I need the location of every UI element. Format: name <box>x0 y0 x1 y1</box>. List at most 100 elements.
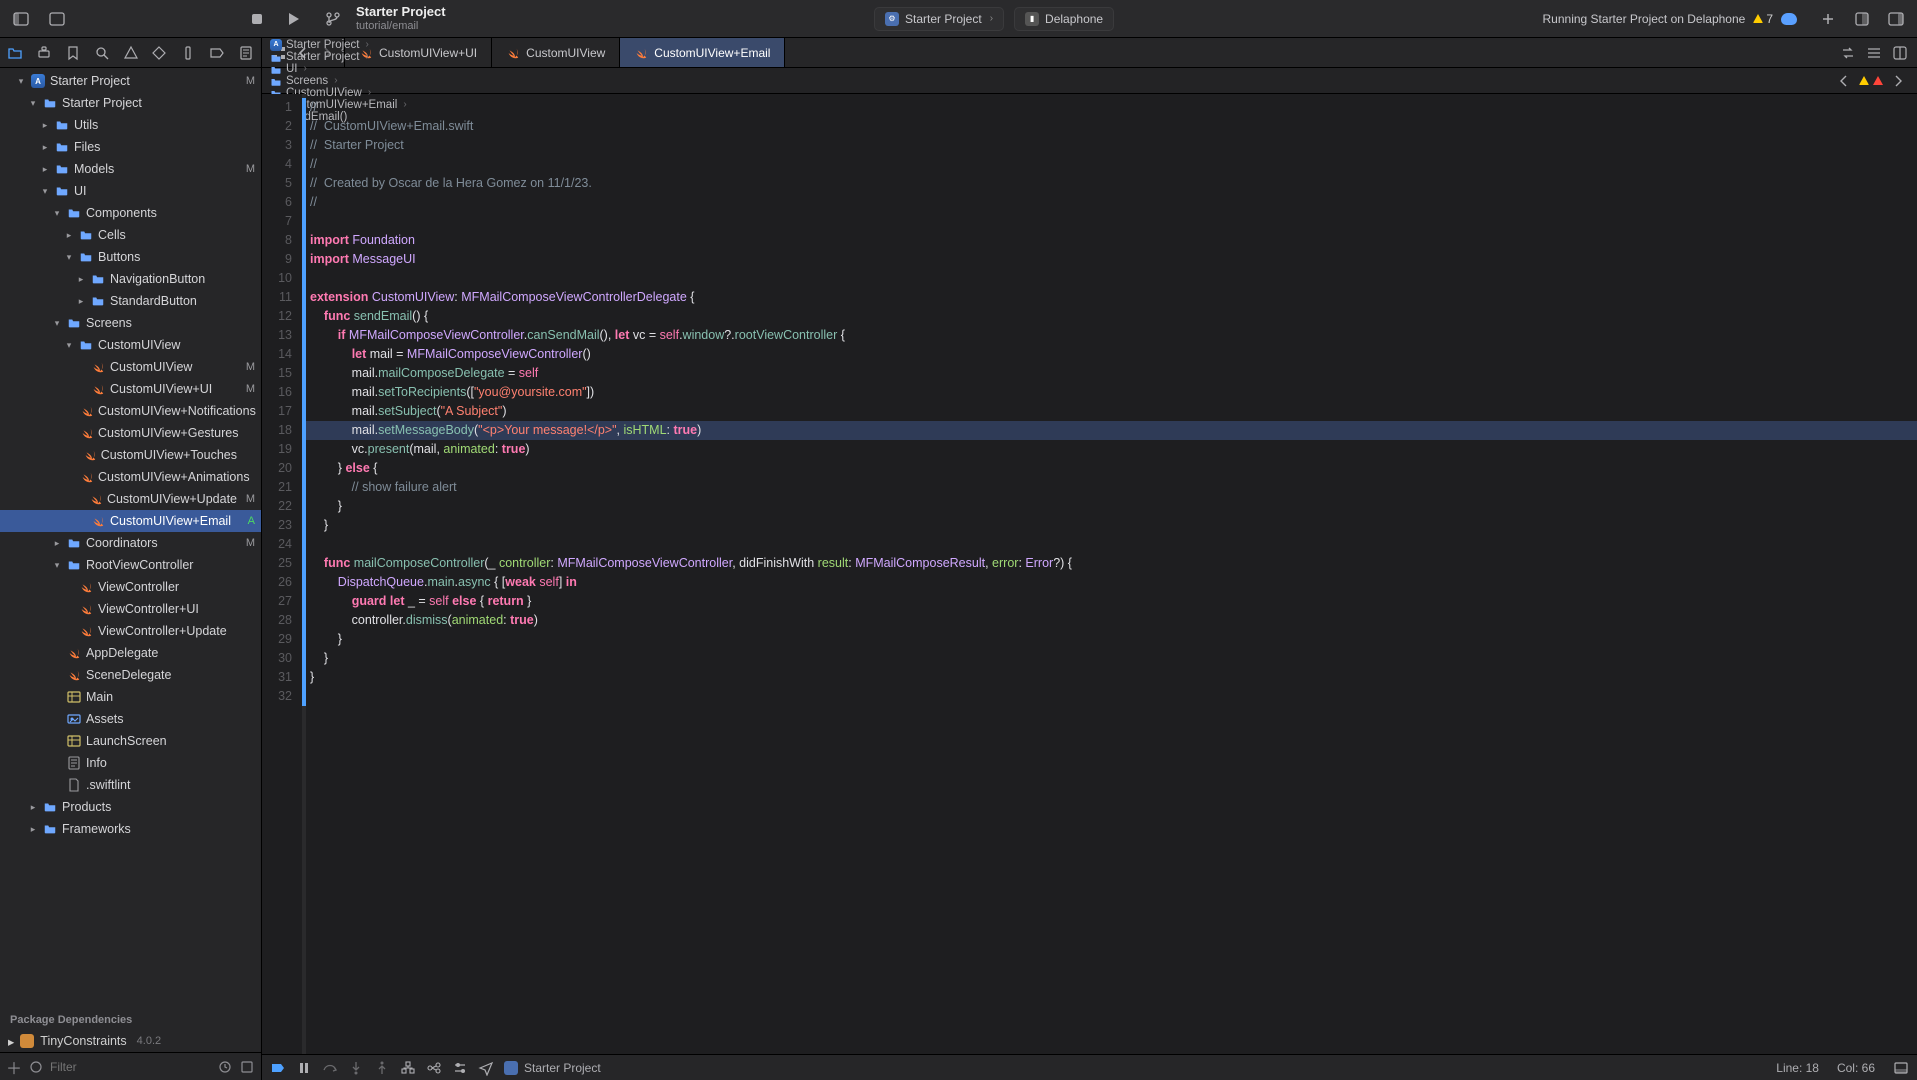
toggle-breakpoints-button[interactable] <box>270 1060 286 1076</box>
folder-coordinators[interactable]: ▸CoordinatorsM <box>0 532 261 554</box>
file-customuiview-animations[interactable]: CustomUIView+Animations <box>0 466 261 488</box>
jump-seg-2[interactable]: UI› <box>270 63 407 75</box>
jump-seg-3[interactable]: Screens› <box>270 75 407 87</box>
add-editor-button[interactable] <box>1817 8 1839 30</box>
folder-buttons[interactable]: ▾Buttons <box>0 246 261 268</box>
code-line[interactable]: } <box>310 668 1072 687</box>
file-launchscreen[interactable]: LaunchScreen <box>0 730 261 752</box>
code-line[interactable]: mail.setToRecipients(["you@yoursite.com"… <box>310 383 1072 402</box>
debug-navigator-tab[interactable] <box>179 42 198 64</box>
code-line[interactable] <box>310 212 1072 231</box>
package-tinyconstraints[interactable]: ▸TinyConstraints4.0.2 <box>0 1030 261 1052</box>
code-line[interactable]: mail.setSubject("A Subject") <box>310 402 1072 421</box>
code-line[interactable]: } <box>310 516 1072 535</box>
code-line[interactable]: } <box>310 497 1072 516</box>
code-line[interactable]: func sendEmail() { <box>310 307 1072 326</box>
file-viewcontroller-update[interactable]: ViewController+Update <box>0 620 261 642</box>
file-scenedelegate[interactable]: SceneDelegate <box>0 664 261 686</box>
folder-customuiview[interactable]: ▾CustomUIView <box>0 334 261 356</box>
file-customuiview-ui[interactable]: CustomUIView+UIM <box>0 378 261 400</box>
file-customuiview-notifications[interactable]: CustomUIView+Notifications <box>0 400 261 422</box>
debug-process-chip[interactable]: Starter Project <box>504 1061 601 1075</box>
step-into-button[interactable] <box>348 1060 364 1076</box>
code-line[interactable]: func mailComposeController(_ controller:… <box>310 554 1072 573</box>
file-customuiview-touches[interactable]: CustomUIView+Touches <box>0 444 261 466</box>
run-button[interactable] <box>282 8 304 30</box>
toggle-debug-area-button[interactable] <box>1893 1060 1909 1076</box>
toggle-sidebar-button[interactable] <box>10 8 32 30</box>
bookmarks-navigator-tab[interactable] <box>64 42 83 64</box>
file-starter-project[interactable]: ▾AStarter ProjectM <box>0 70 261 92</box>
editor-swap-button[interactable] <box>1837 42 1859 64</box>
library-button[interactable] <box>1851 8 1873 30</box>
cloud-icon[interactable] <box>1781 13 1797 25</box>
file-tree[interactable]: ▾AStarter ProjectM▾Starter Project▸Utils… <box>0 68 261 1006</box>
test-navigator-tab[interactable] <box>150 42 169 64</box>
code-line[interactable]: // <box>310 98 1072 117</box>
code-line[interactable]: if MFMailComposeViewController.canSendMa… <box>310 326 1072 345</box>
file--swiftlint[interactable]: .swiftlint <box>0 774 261 796</box>
code-line[interactable]: // <box>310 193 1072 212</box>
step-out-button[interactable] <box>374 1060 390 1076</box>
file-customuiview[interactable]: CustomUIViewM <box>0 356 261 378</box>
code-editor[interactable]: 1234567891011121314151617181920212223242… <box>262 94 1917 1054</box>
file-appdelegate[interactable]: AppDelegate <box>0 642 261 664</box>
folder-products[interactable]: ▸Products <box>0 796 261 818</box>
folder-standardbutton[interactable]: ▸StandardButton <box>0 290 261 312</box>
memory-graph-button[interactable] <box>426 1060 442 1076</box>
source-control-navigator-tab[interactable] <box>35 42 54 64</box>
code-line[interactable] <box>310 687 1072 706</box>
find-navigator-tab[interactable] <box>92 42 111 64</box>
recent-filter-button[interactable] <box>217 1059 233 1075</box>
folder-rootviewcontroller[interactable]: ▾RootViewController <box>0 554 261 576</box>
device-selector[interactable]: ▮ Delaphone <box>1014 7 1114 31</box>
pause-button[interactable] <box>296 1060 312 1076</box>
code-line[interactable]: DispatchQueue.main.async { [weak self] i… <box>310 573 1072 592</box>
scm-filter-button[interactable] <box>239 1059 255 1075</box>
jump-seg-0[interactable]: AStarter Project› <box>270 39 407 51</box>
code-content[interactable]: //// CustomUIView+Email.swift// Starter … <box>302 94 1072 1054</box>
code-line[interactable]: } <box>310 649 1072 668</box>
code-line[interactable]: // show failure alert <box>310 478 1072 497</box>
folder-cells[interactable]: ▸Cells <box>0 224 261 246</box>
report-navigator-tab[interactable] <box>236 42 255 64</box>
add-filter-button[interactable]: ＋ <box>6 1059 22 1075</box>
project-navigator-tab[interactable] <box>6 42 25 64</box>
editor-tab-customuiview[interactable]: CustomUIView <box>492 38 620 67</box>
prev-issue-button[interactable] <box>1833 70 1855 92</box>
code-line[interactable]: import MessageUI <box>310 250 1072 269</box>
code-line[interactable]: // Starter Project <box>310 136 1072 155</box>
folder-screens[interactable]: ▾Screens <box>0 312 261 334</box>
file-customuiview-gestures[interactable]: CustomUIView+Gestures <box>0 422 261 444</box>
folder-files[interactable]: ▸Files <box>0 136 261 158</box>
folder-models[interactable]: ▸ModelsM <box>0 158 261 180</box>
editor-options-button[interactable] <box>1863 42 1885 64</box>
file-info[interactable]: Info <box>0 752 261 774</box>
toggle-inspector-button[interactable] <box>1885 8 1907 30</box>
code-line[interactable]: mail.mailComposeDelegate = self <box>310 364 1072 383</box>
scheme-selector[interactable]: ⚙︎ Starter Project › <box>874 7 1004 31</box>
file-viewcontroller[interactable]: ViewController <box>0 576 261 598</box>
stop-button[interactable] <box>246 8 268 30</box>
file-main[interactable]: Main <box>0 686 261 708</box>
folder-starter-project[interactable]: ▾Starter Project <box>0 92 261 114</box>
file-assets[interactable]: Assets <box>0 708 261 730</box>
filter-input[interactable] <box>50 1060 211 1074</box>
toggle-bottom-panel-button[interactable] <box>46 8 68 30</box>
folder-navigationbutton[interactable]: ▸NavigationButton <box>0 268 261 290</box>
code-line[interactable]: guard let _ = self else { return } <box>310 592 1072 611</box>
folder-ui[interactable]: ▾UI <box>0 180 261 202</box>
code-line[interactable] <box>310 535 1072 554</box>
code-line[interactable]: // <box>310 155 1072 174</box>
file-viewcontroller-ui[interactable]: ViewController+UI <box>0 598 261 620</box>
debug-view-button[interactable] <box>400 1060 416 1076</box>
code-line[interactable]: vc.present(mail, animated: true) <box>310 440 1072 459</box>
issues-navigator-tab[interactable] <box>121 42 140 64</box>
code-line[interactable]: mail.setMessageBody("<p>Your message!</p… <box>302 421 1917 440</box>
code-line[interactable]: extension CustomUIView: MFMailComposeVie… <box>310 288 1072 307</box>
breakpoint-navigator-tab[interactable] <box>207 42 226 64</box>
editor-tab-customuiview-email[interactable]: CustomUIView+Email <box>620 38 785 67</box>
editor-split-button[interactable] <box>1889 42 1911 64</box>
code-line[interactable]: // CustomUIView+Email.swift <box>310 117 1072 136</box>
branch-indicator[interactable] <box>322 8 344 30</box>
